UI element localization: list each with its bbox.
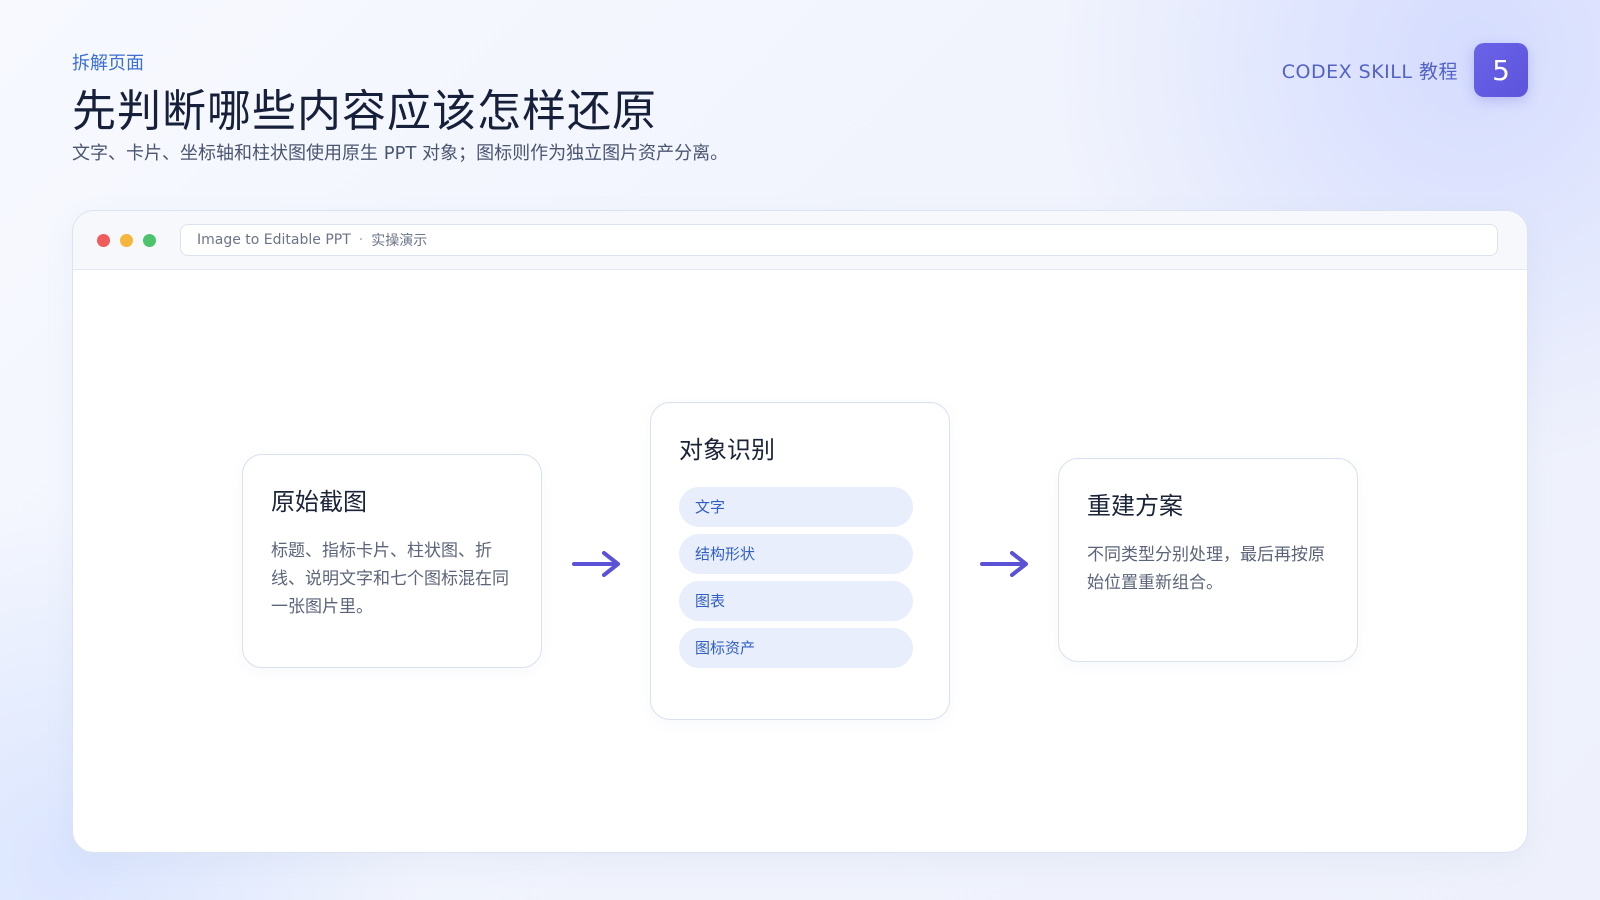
rebuild-plan-card: 重建方案 不同类型分别处理，最后再按原始位置重新组合。 [1058,458,1358,662]
brand-label: CODEX SKILL 教程 [1281,60,1458,83]
address-separator: · [358,232,364,248]
chip-shapes: 结构形状 [679,534,913,574]
close-window-dot[interactable] [97,233,110,247]
recognition-chip-list: 文字 结构形状 图表 图标资产 [679,487,921,668]
original-card-title: 原始截图 [271,488,367,516]
original-card-text: 标题、指标卡片、柱状图、折线、说明文字和七个图标混在同一张图片里。 [271,541,509,617]
maximize-window-dot[interactable] [143,233,156,247]
page-title: 先判断哪些内容应该怎样还原 [72,86,657,137]
page-subtitle: 文字、卡片、坐标轴和柱状图使用原生 PPT 对象；图标则作为独立图片资产分离。 [72,143,729,164]
slide-header: 拆解页面 先判断哪些内容应该怎样还原 文字、卡片、坐标轴和柱状图使用原生 PPT… [72,50,1172,168]
section-eyebrow: 拆解页面 [72,53,144,74]
recognition-card-title: 对象识别 [679,436,775,464]
rebuild-card-text: 不同类型分别处理，最后再按原始位置重新组合。 [1087,545,1325,593]
page-number-badge: 5 [1474,43,1528,97]
window-title-bar: Image to Editable PPT · 实操演示 [73,211,1527,270]
address-bar[interactable]: Image to Editable PPT · 实操演示 [180,224,1498,256]
minimize-window-dot[interactable] [120,233,133,247]
object-recognition-card: 对象识别 文字 结构形状 图表 图标资产 [650,402,950,720]
brand-block: CODEX SKILL 教程 5 [1282,43,1528,97]
chip-chart: 图表 [679,581,913,621]
chip-icon-assets: 图标资产 [679,628,913,668]
rebuild-card-title: 重建方案 [1087,492,1183,520]
address-app-name: Image to Editable PPT [197,232,351,248]
arrow-right-icon [980,551,1028,577]
address-context: 实操演示 [371,233,428,249]
chip-text: 文字 [679,487,913,527]
original-screenshot-card: 原始截图 标题、指标卡片、柱状图、折线、说明文字和七个图标混在同一张图片里。 [242,454,542,668]
arrow-right-icon [572,551,620,577]
